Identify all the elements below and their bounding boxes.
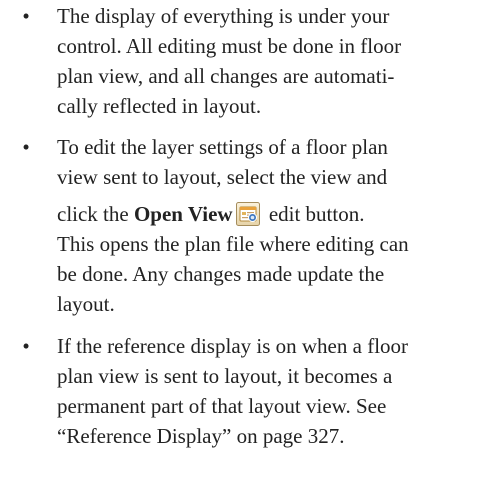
text-line: permanent part of that layout view. See [57,394,387,418]
list-item: • If the reference display is on when a … [0,331,504,451]
text-line: This opens the plan file where editing c… [57,232,409,256]
text-line: If the reference display is on when a fl… [57,334,409,358]
open-view-label: Open View [133,202,233,226]
bullet-marker: • [22,4,30,28]
text-line: To edit the layer settings of a floor pl… [57,135,388,159]
bullet-marker: • [22,135,30,159]
list-item: • The display of everything is under you… [0,1,504,121]
bullet-list: • The display of everything is under you… [0,0,504,451]
text-line: plan view is sent to layout, it becomes … [57,364,393,388]
list-item: • To edit the layer settings of a floor … [0,132,504,319]
text-line: plan view, and all changes are automati- [57,64,395,88]
open-view-icon [235,202,260,226]
text-line: be done. Any changes made update the [57,262,385,286]
text-line: cally reflected in layout. [57,94,262,118]
text-line: view sent to layout, select the view and [57,165,388,189]
text-line: The display of everything is under your [57,4,390,28]
text-line-with-icon: click the Open View edit button. [57,199,498,229]
text-line: layout. [57,292,115,316]
edit-button-text: edit button. [263,202,365,226]
text-line: control. All editing must be done in flo… [57,34,402,58]
click-text: click the [57,202,134,226]
bullet-marker: • [22,334,30,358]
text-line: “Reference Display” on page 327. [57,424,345,448]
